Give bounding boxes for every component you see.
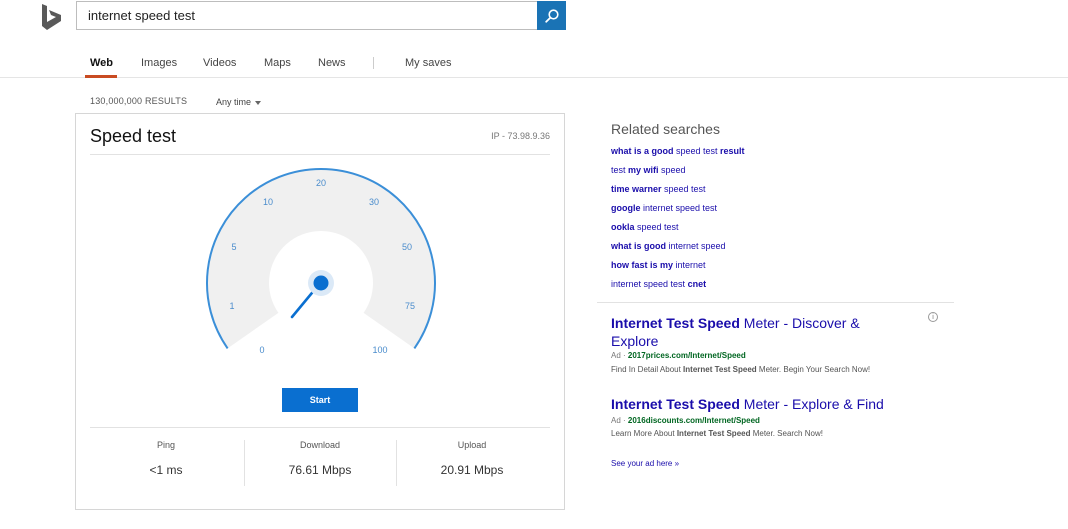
ad-1-description: Find In Detail About Internet Test Speed… (611, 365, 870, 374)
search-box[interactable] (76, 1, 537, 30)
gauge-tick-30: 30 (369, 197, 379, 207)
ad-1-url[interactable]: Ad · 2017prices.com/Internet/Speed (611, 351, 746, 360)
related-search-item[interactable]: google internet speed test (611, 203, 717, 213)
tab-videos[interactable]: Videos (203, 57, 236, 69)
related-search-text: internet (673, 260, 706, 270)
ad-2-title[interactable]: Internet Test Speed Meter - Explore & Fi… (611, 395, 884, 413)
ad-1-desc-post: Meter. Begin Your Search Now! (756, 365, 871, 374)
ad-1-title-rest: Meter - Discover & (739, 315, 860, 331)
ad-2-tag: Ad · (611, 416, 628, 425)
related-search-text: what is a good (611, 146, 674, 156)
chevron-down-icon (255, 100, 262, 105)
tab-web[interactable]: Web (90, 57, 113, 69)
related-search-item[interactable]: test my wifi speed (611, 165, 686, 175)
tab-news[interactable]: News (318, 57, 346, 69)
bing-logo-icon[interactable] (40, 4, 64, 30)
ad-1-title[interactable]: Internet Test Speed Meter - Discover & E… (611, 314, 911, 350)
bing-search-page: Web Images Videos Maps News My saves 130… (0, 0, 1068, 529)
related-search-item[interactable]: what is good internet speed (611, 241, 726, 251)
tab-my-saves[interactable]: My saves (405, 57, 451, 69)
related-search-text: my wifi (628, 165, 659, 175)
gauge-face (206, 169, 435, 349)
gauge-tick-20: 20 (316, 178, 326, 188)
related-search-item[interactable]: ookla speed test (611, 222, 679, 232)
related-search-text: internet speed test (640, 203, 718, 213)
search-input[interactable] (77, 2, 537, 29)
related-search-item[interactable]: time warner speed test (611, 184, 706, 194)
upload-value: 20.91 Mbps (440, 463, 504, 477)
ad-2-title-bold: Internet Test Speed (611, 396, 740, 412)
right-divider (597, 302, 954, 303)
ping-stat: Ping <1 ms (90, 440, 242, 477)
ad-2-url[interactable]: Ad · 2016discounts.com/Internet/Speed (611, 416, 760, 425)
related-search-text: result (720, 146, 745, 156)
gauge-tick-5: 5 (231, 242, 236, 252)
ad-2-url-text: 2016discounts.com/Internet/Speed (627, 416, 760, 425)
ad-1-desc-bold: Internet Test Speed (683, 365, 757, 374)
related-search-text: time warner (611, 184, 662, 194)
related-search-text: speed test (661, 184, 706, 194)
related-search-text: how fast is my (611, 260, 674, 270)
ad-2-description: Learn More About Internet Test Speed Met… (611, 429, 823, 438)
card-divider-bottom (90, 427, 550, 428)
ad-2-title-rest: Meter - Explore & Find (739, 396, 884, 412)
related-searches-title: Related searches (611, 121, 720, 137)
related-search-text: speed (658, 165, 686, 175)
download-value: 76.61 Mbps (288, 463, 352, 477)
gauge-tick-10: 10 (263, 197, 273, 207)
download-stat: Download 76.61 Mbps (244, 440, 396, 477)
ad-2-desc-post: Meter. Search Now! (750, 429, 823, 438)
related-search-text: internet speed test (611, 279, 688, 289)
tab-maps[interactable]: Maps (264, 57, 291, 69)
related-search-text: test (611, 165, 629, 175)
related-search-text: cnet (687, 279, 707, 289)
ad-1-desc-pre: Find In Detail About (611, 365, 684, 374)
info-icon[interactable]: i (928, 312, 938, 322)
related-search-text: ookla (611, 222, 635, 232)
related-search-text: speed test (634, 222, 679, 232)
nav-divider (373, 57, 374, 69)
related-search-item[interactable]: internet speed test cnet (611, 279, 706, 289)
gauge-tick-0: 0 (259, 345, 264, 355)
results-count: 130,000,000 RESULTS (90, 96, 188, 106)
related-search-text: speed test (673, 146, 721, 156)
active-tab-indicator (85, 75, 117, 78)
search-button[interactable] (537, 1, 566, 30)
search-icon (544, 8, 559, 23)
related-search-text: what is good (611, 241, 666, 251)
gauge-tick-50: 50 (402, 242, 412, 252)
related-search-item[interactable]: how fast is my internet (611, 260, 706, 270)
ad-1-title-bold: Internet Test Speed (611, 315, 740, 331)
ad-1-tag: Ad · (611, 351, 628, 360)
start-button[interactable]: Start (282, 388, 358, 412)
gauge-hub (313, 275, 329, 291)
upload-label: Upload (457, 440, 487, 450)
upload-stat: Upload 20.91 Mbps (396, 440, 548, 477)
ad-1-title-line2: Explore (611, 333, 659, 349)
speed-test-card: Speed test IP - 73.98.9.36 0 1 5 10 20 3… (75, 113, 565, 510)
ping-label: Ping (156, 440, 175, 450)
related-search-text: internet speed (666, 241, 726, 251)
gauge-tick-100: 100 (372, 345, 387, 355)
time-filter-label: Any time (216, 97, 252, 107)
speed-gauge: 0 1 5 10 20 30 50 75 100 (206, 168, 436, 355)
see-your-ad-link[interactable]: See your ad here » (611, 459, 679, 468)
time-filter-dropdown[interactable]: Any time (216, 97, 262, 107)
related-search-text: google (611, 203, 641, 213)
ad-2-desc-bold: Internet Test Speed (676, 429, 751, 438)
related-search-item[interactable]: what is a good speed test result (611, 146, 745, 156)
scope-nav: Web Images Videos Maps News My saves (0, 52, 1068, 78)
ping-value: <1 ms (149, 463, 183, 477)
gauge-tick-75: 75 (405, 301, 415, 311)
ad-2-desc-pre: Learn More About (611, 429, 677, 438)
gauge-tick-1: 1 (229, 301, 234, 311)
download-label: Download (299, 440, 341, 450)
tab-images[interactable]: Images (141, 57, 177, 69)
ad-1-url-text: 2017prices.com/Internet/Speed (627, 351, 746, 360)
